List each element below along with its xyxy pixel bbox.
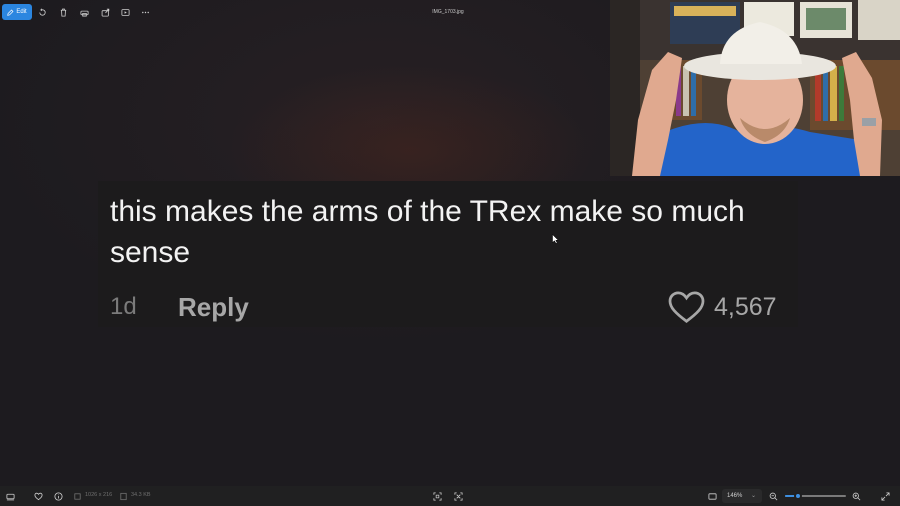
reply-button: Reply <box>178 292 249 322</box>
comment-age: 1d <box>110 293 137 320</box>
more-icon[interactable] <box>140 7 150 17</box>
edit-label: Edit <box>16 9 27 15</box>
heart-icon <box>668 291 705 323</box>
chevron-down-icon: ⌄ <box>750 493 756 499</box>
zoom-slider-thumb[interactable] <box>794 492 803 500</box>
print-icon[interactable] <box>79 7 89 17</box>
comment-text: this makes the arms of the TRex make so … <box>110 195 745 269</box>
file-size-icon <box>118 491 128 501</box>
rotate-icon[interactable] <box>37 7 47 17</box>
pencil-icon <box>7 9 14 16</box>
delete-icon[interactable] <box>58 7 68 17</box>
edit-button[interactable]: Edit <box>2 4 32 20</box>
fullscreen-icon[interactable] <box>880 491 890 501</box>
dimensions-icon <box>72 491 82 501</box>
zoom-level-dropdown[interactable]: 146% ⌄ <box>722 489 762 503</box>
file-name-title: IMG_1703.jpg <box>432 9 464 15</box>
slideshow-icon[interactable] <box>120 7 130 17</box>
actual-size-icon[interactable] <box>453 491 463 501</box>
share-icon[interactable] <box>100 7 110 17</box>
fit-to-window-icon[interactable] <box>432 491 442 501</box>
mouse-cursor-icon <box>552 234 559 244</box>
image-dimensions: 1026 x 216 <box>85 492 113 498</box>
zoom-level-value: 146% <box>727 493 743 499</box>
zoom-slider[interactable] <box>785 492 846 500</box>
filmstrip-icon[interactable] <box>5 491 15 501</box>
zoom-out-icon[interactable] <box>768 491 778 501</box>
view-mode-icon[interactable] <box>707 491 717 501</box>
webcam-overlay <box>610 0 900 176</box>
comment-card: this makes the arms of the TRex make so … <box>98 181 798 327</box>
info-icon[interactable] <box>53 491 63 501</box>
like-count: 4,567 <box>714 293 777 321</box>
favorite-heart-icon[interactable] <box>33 491 43 501</box>
zoom-in-icon[interactable] <box>851 491 861 501</box>
bottom-status-bar: 1026 x 216 34.3 KB 146% ⌄ <box>0 486 900 506</box>
file-size: 34.3 KB <box>131 492 151 498</box>
webcam-person-image <box>610 0 900 176</box>
